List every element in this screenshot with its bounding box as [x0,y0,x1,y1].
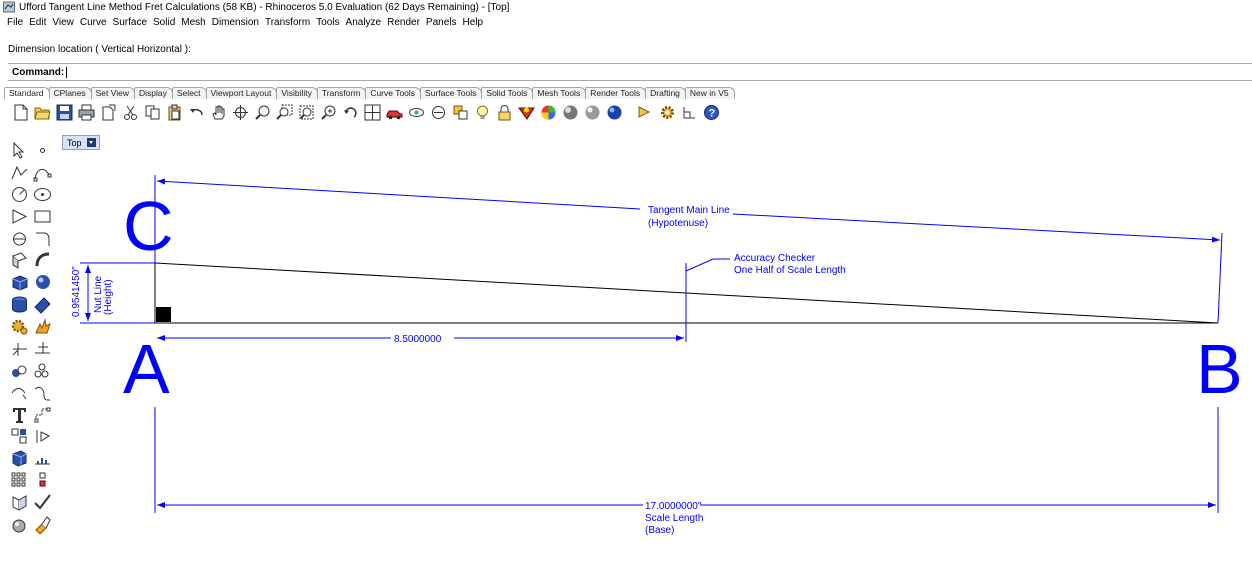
label-b: B [1196,330,1243,408]
hypotenuse-label-2: (Hypotenuse) [648,218,708,229]
tab-standard[interactable]: Standard [4,87,50,99]
hypotenuse-label-1: Tangent Main Line [648,205,730,216]
height-dimension[interactable]: 0.9541450" Nut Line (Height) [71,262,155,324]
base-value: 17.0000000" [645,501,702,512]
half-scale-dimension[interactable]: 8.5000000 [157,334,684,345]
right-angle-marker [156,307,171,322]
checker-label-2: One Half of Scale Length [734,265,846,276]
label-a: A [123,330,170,408]
viewport-canvas[interactable]: C A B Tangent Main Line (Hypotenuse) Acc… [0,0,1252,567]
label-c: C [123,187,174,265]
viewport-top[interactable]: C A B Tangent Main Line (Hypotenuse) Acc… [0,0,1252,567]
base-label-1: Scale Length [645,513,703,524]
height-value: 0.9541450" [71,266,82,317]
base-dimension[interactable]: 17.0000000" Scale Length (Base) [154,407,1219,536]
height-label-2: (Height) [103,279,114,315]
base-label-2: (Base) [645,525,674,536]
checker-label-1: Accuracy Checker [734,253,816,264]
hypotenuse-dimension[interactable]: Tangent Main Line (Hypotenuse) [154,175,1223,324]
half-scale-value: 8.5000000 [394,334,442,345]
